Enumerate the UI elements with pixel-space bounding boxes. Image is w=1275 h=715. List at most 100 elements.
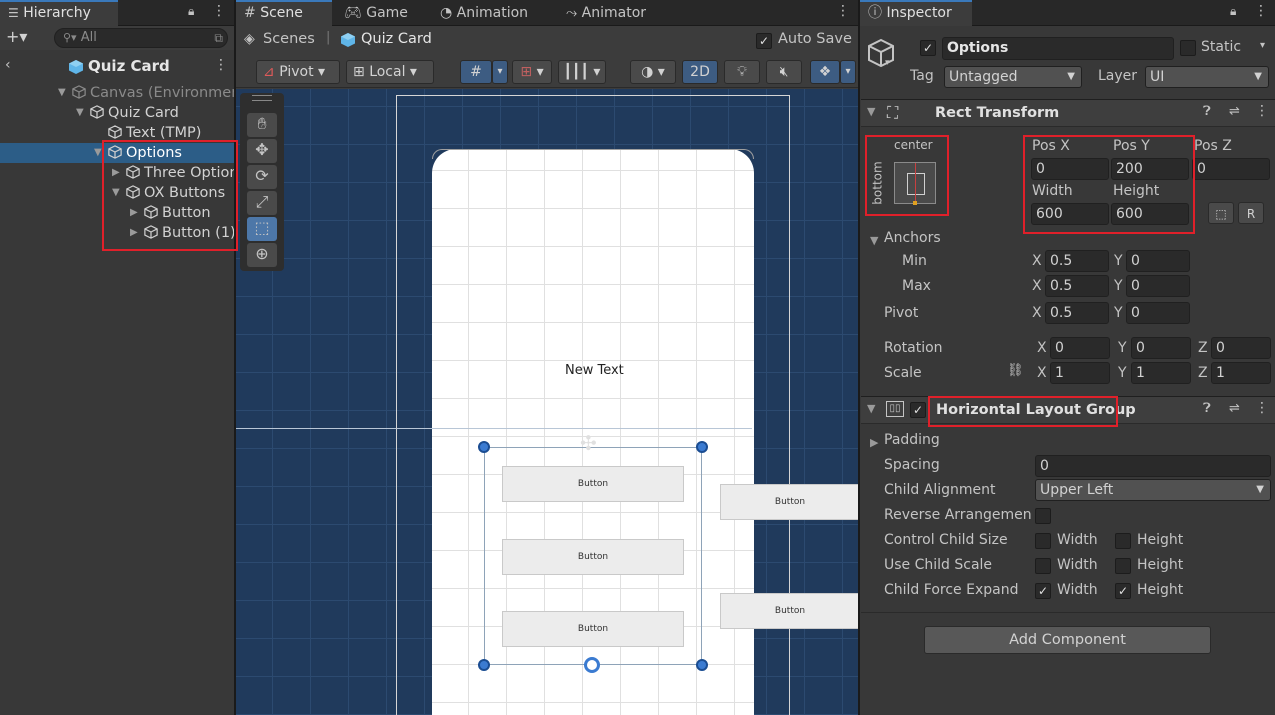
2d-mode-toggle[interactable]: 2D [682,60,718,84]
pos-y-field[interactable]: 200 [1111,158,1189,180]
active-checkbox[interactable]: ✓ [920,40,936,56]
hierarchy-row[interactable]: ▶ Three Options [0,163,234,183]
presets-icon[interactable]: ⇌ [1229,104,1240,119]
expand-down-icon[interactable]: ▼ [112,183,124,203]
pivot-x-field[interactable]: 0.5 [1045,302,1109,324]
breadcrumb-scenes[interactable]: Scenes [263,31,315,47]
scale-width-checkbox[interactable] [1035,558,1051,574]
auto-save-checkbox[interactable]: ✓ [756,33,772,49]
increment-snap-button[interactable]: ┃┃┃ ▾ [558,60,606,84]
padding-foldout-icon[interactable]: ▶ [870,436,878,449]
rotation-z-field[interactable]: 0 [1211,337,1271,359]
lighting-toggle[interactable]: 💡︎ [724,60,760,84]
rect-transform-header[interactable]: ▼ ⛶ Rect Transform ❓︎ ⇌ ⋮ [861,99,1275,127]
padding-label[interactable]: Padding [884,432,940,448]
transform-tool[interactable]: ⊕ [247,243,277,267]
grid-visibility-button[interactable]: ⊞ ▾ [512,60,552,84]
effects-toggle[interactable]: ❖ [810,60,840,84]
kebab-menu-icon[interactable]: ⋮ [212,3,226,19]
scene-menu-icon[interactable]: ⋮ [214,57,228,73]
shading-mode-button[interactable]: ◑ ▾ [630,60,676,84]
kebab-menu-icon[interactable]: ⋮ [1254,3,1268,19]
back-chevron-icon[interactable]: ‹ [5,57,11,73]
expand-down-icon[interactable]: ▼ [94,143,106,163]
scale-z-field[interactable]: 1 [1211,362,1271,384]
anchor-min-x-field[interactable]: 0.5 [1045,250,1109,272]
presets-icon[interactable]: ⇌ [1229,401,1240,416]
panel-divider-right[interactable] [858,0,860,715]
add-object-button[interactable]: +▾ [6,27,27,46]
scale-tool[interactable]: ⤢ [247,191,277,215]
expand-right-icon[interactable]: ▶ [130,203,142,223]
scale-y-field[interactable]: 1 [1131,362,1191,384]
resize-handle-bottom-right[interactable] [696,659,708,671]
scene-viewport[interactable]: New Text Button Button Button Button But… [236,89,858,715]
blueprint-mode-button[interactable]: ⬚ [1208,202,1234,224]
hierarchy-row[interactable]: ▼ OX Buttons [0,183,234,203]
pivot-dropdown[interactable]: ⊿ Pivot ▾ [256,60,340,84]
quiz-text[interactable]: New Text [565,363,624,378]
control-height-checkbox[interactable] [1115,533,1131,549]
hierarchy-row[interactable]: ▶ Button (1) [0,223,234,243]
pivot-handle[interactable] [584,657,600,673]
move-tool[interactable]: ✥ [247,139,277,163]
help-icon[interactable]: ❓︎ [1203,104,1211,119]
expand-right-icon[interactable]: ▶ [130,223,142,243]
resize-handle-top-left[interactable] [478,441,490,453]
option-button-1[interactable]: Button [502,466,684,502]
anchors-foldout-icon[interactable]: ▼ [870,234,878,247]
static-checkbox[interactable] [1180,40,1196,56]
resize-handle-top-right[interactable] [696,441,708,453]
control-width-checkbox[interactable] [1035,533,1051,549]
tab-hierarchy[interactable]: ☰ Hierarchy [0,0,118,26]
hlg-header[interactable]: ▼ ▯▯ ✓ Horizontal Layout Group ❓︎ ⇌ ⋮ [861,396,1275,424]
hand-tool[interactable]: ✋︎ [247,113,277,137]
anchor-max-y-field[interactable]: 0 [1126,275,1190,297]
scale-height-checkbox[interactable] [1115,558,1131,574]
object-name-field[interactable]: Options [942,37,1174,60]
reverse-checkbox[interactable] [1035,508,1051,524]
expand-down-icon[interactable]: ▼ [58,83,70,103]
component-menu-icon[interactable]: ⋮ [1255,103,1269,119]
static-dropdown-icon[interactable]: ▾ [1260,40,1265,51]
tab-inspector[interactable]: ⓘ Inspector [860,0,972,26]
component-menu-icon[interactable]: ⋮ [1255,400,1269,416]
pivot-y-field[interactable]: 0 [1126,302,1190,324]
raw-edit-button[interactable]: R [1238,202,1264,224]
panel-divider-left[interactable] [234,0,236,715]
expand-height-checkbox[interactable]: ✓ [1115,583,1131,599]
help-icon[interactable]: ❓︎ [1203,401,1211,416]
hierarchy-row[interactable]: ▼ Quiz Card [0,103,234,123]
hierarchy-row[interactable]: ▼ Options [0,143,234,163]
rect-tool[interactable]: ⬚ [247,217,277,241]
hierarchy-row[interactable]: ▶ Button [0,203,234,223]
pos-z-field[interactable]: 0 [1192,158,1270,180]
tab-animator[interactable]: ⤳ Animator [558,0,654,26]
expand-width-checkbox[interactable]: ✓ [1035,583,1051,599]
tab-animation[interactable]: ◔ Animation [432,0,536,26]
ox-button-2[interactable]: Button [720,593,858,629]
rotation-y-field[interactable]: 0 [1131,337,1191,359]
foldout-arrow-icon[interactable]: ▼ [867,402,875,415]
scene-kebab-icon[interactable]: ⋮ [836,3,850,19]
hierarchy-row[interactable]: Text (TMP) [0,123,234,143]
grid-snap-button[interactable]: # [460,60,492,84]
tab-scene[interactable]: # Scene [236,0,332,26]
grid-snap-dropdown[interactable]: ▾ [492,60,508,84]
lock-icon[interactable]: 🔒︎ [1230,4,1236,19]
lock-icon[interactable]: 🔒︎ [188,4,194,19]
audio-toggle[interactable]: 🔇︎ [766,60,802,84]
child-alignment-dropdown[interactable]: Upper Left ▼ [1035,479,1271,501]
rotate-tool[interactable]: ⟳ [247,165,277,189]
add-component-button[interactable]: Add Component [924,626,1211,654]
hierarchy-row[interactable]: ▼ Canvas (Environment) [0,83,234,103]
effects-dropdown[interactable]: ▾ [840,60,856,84]
rotation-x-field[interactable]: 0 [1050,337,1110,359]
palette-grip-icon[interactable] [252,95,272,101]
option-button-3[interactable]: Button [502,611,684,647]
local-dropdown[interactable]: ⊞ Local ▾ [346,60,434,84]
ox-button-1[interactable]: Button [720,484,858,520]
layer-dropdown[interactable]: UI ▼ [1145,66,1269,88]
tag-dropdown[interactable]: Untagged ▼ [944,66,1082,88]
hierarchy-search-input[interactable]: ⚲▾ All ⧉ [54,28,228,48]
